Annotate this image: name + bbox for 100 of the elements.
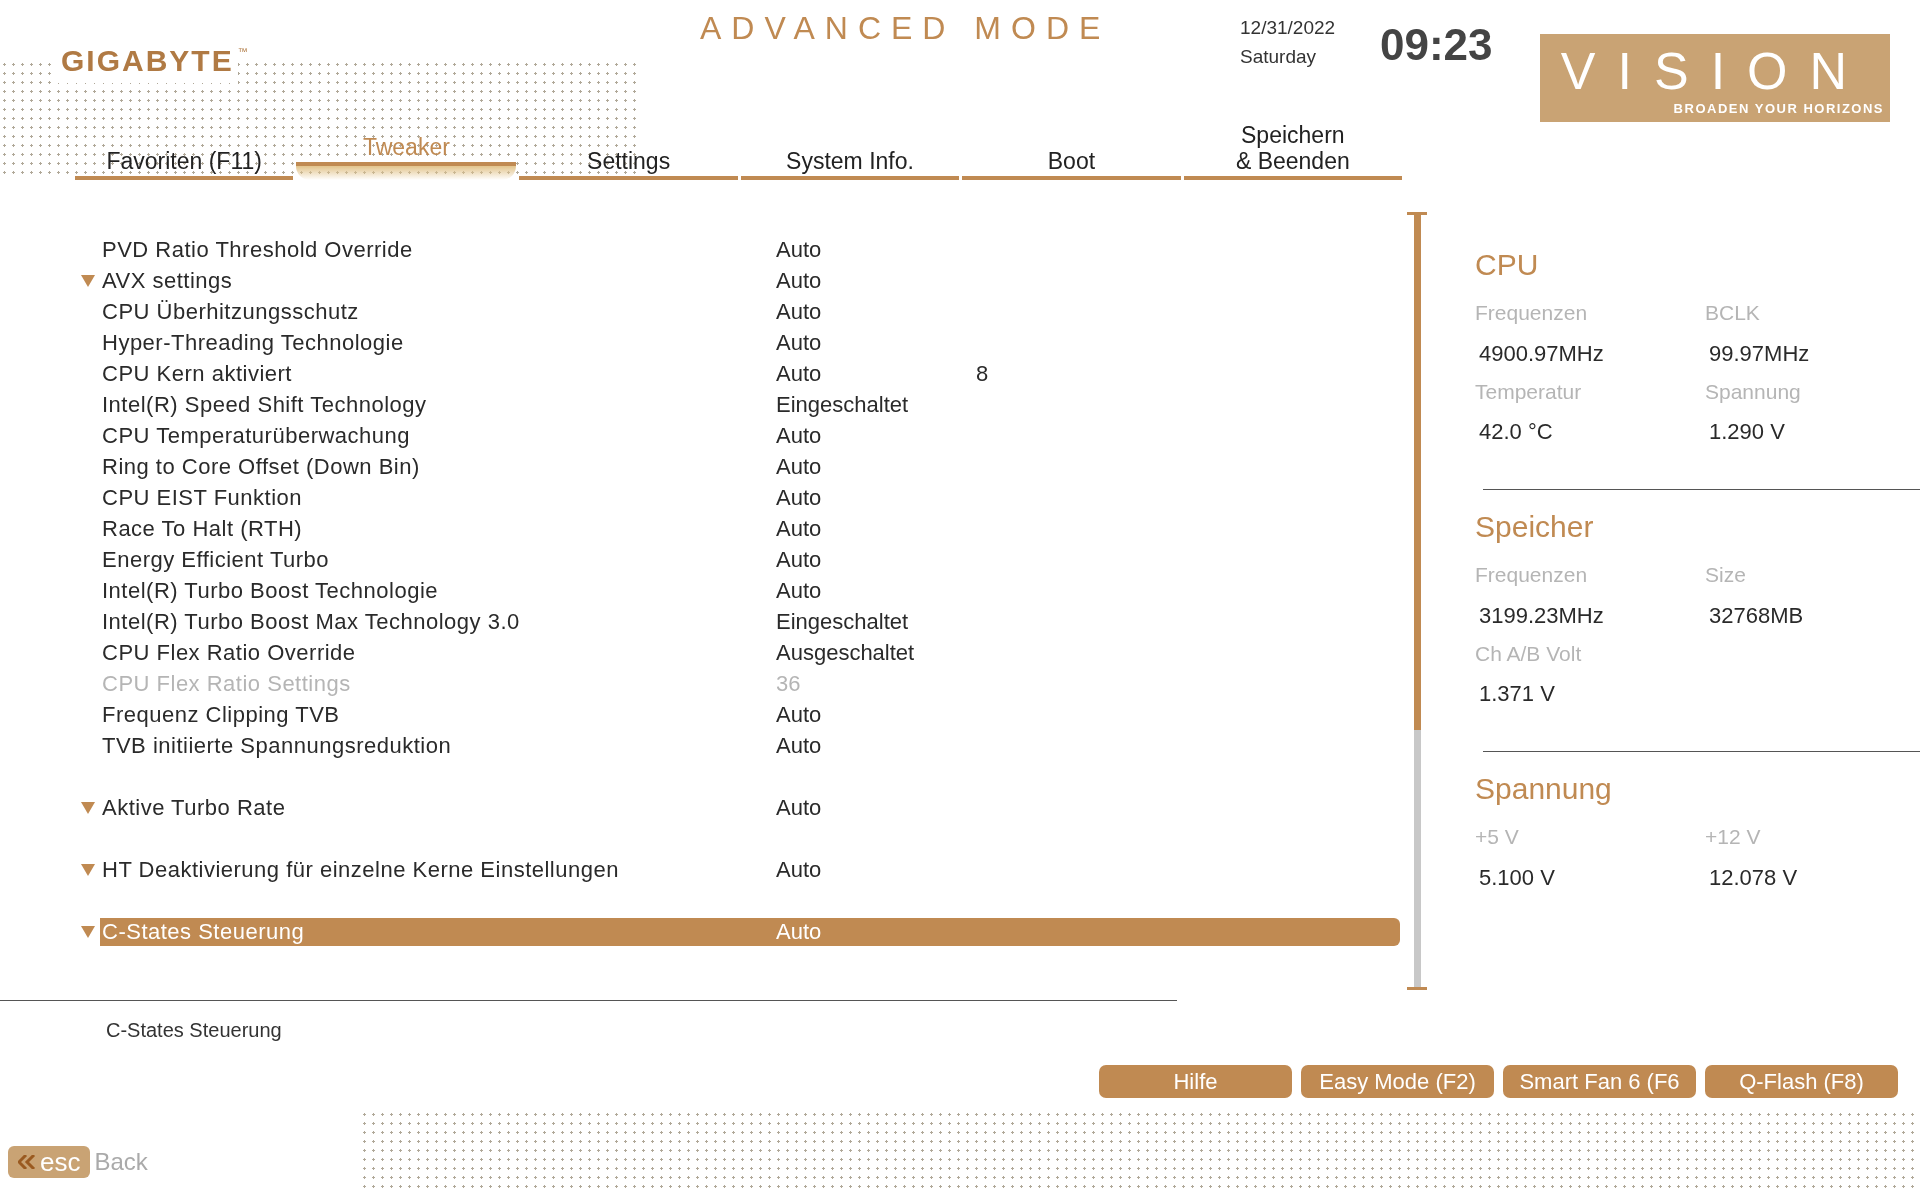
nav-tab[interactable]: Speichern & Beenden [1183, 122, 1403, 180]
setting-value: Auto [776, 701, 823, 729]
date-text: 12/31/2022 [1240, 16, 1337, 40]
setting-label: CPU Überhitzungsschutz [101, 298, 360, 326]
setting-row[interactable]: TVB initiierte Spannungsreduktion Auto [100, 731, 1400, 760]
setting-row[interactable]: Intel(R) Turbo Boost Technologie Auto [100, 576, 1400, 605]
setting-row[interactable]: CPU Kern aktiviert Auto 8 [100, 359, 1400, 388]
setting-value: Auto [776, 267, 823, 295]
monitor-label: Temperatur [1475, 378, 1583, 405]
setting-row[interactable]: CPU EIST Funktion Auto [100, 483, 1400, 512]
setting-label: CPU Flex Ratio Settings [101, 670, 352, 698]
setting-row[interactable]: Aktive Turbo Rate Auto [100, 793, 1400, 822]
monitor-value: 99.97MHz [1708, 339, 1811, 368]
setting-row[interactable]: CPU Temperaturüberwachung Auto [100, 421, 1400, 450]
expand-triangle-icon [80, 925, 95, 938]
setting-label: Race To Halt (RTH) [101, 515, 304, 543]
monitor-label: Size [1705, 562, 1747, 588]
help-text: C-States Steuerung [106, 1018, 283, 1043]
monitor-value: 42.0 °C [1478, 418, 1554, 446]
setting-label: Intel(R) Turbo Boost Technologie [101, 577, 439, 605]
monitor-label: Spannung [1705, 378, 1802, 405]
setting-row[interactable]: Energy Efficient Turbo Auto [100, 545, 1400, 574]
setting-value: Auto [776, 918, 823, 946]
setting-value: Auto [776, 484, 823, 512]
setting-row[interactable]: HT Deaktivierung für einzelne Kerne Einstellungen Auto [100, 855, 1400, 884]
nav-tab[interactable]: Settings [519, 136, 738, 180]
setting-value: Auto [776, 732, 823, 760]
section-title: CPU [1475, 247, 1540, 283]
setting-row[interactable]: Race To Halt (RTH) Auto [100, 514, 1400, 543]
section-title: Speicher [1475, 509, 1595, 545]
setting-row[interactable]: CPU Flex Ratio Override Ausgeschaltet [100, 638, 1400, 667]
setting-value: Auto [776, 329, 823, 357]
setting-value: Auto [776, 794, 823, 822]
setting-value: Auto [776, 546, 823, 574]
setting-label: Intel(R) Turbo Boost Max Technology 3.0 [101, 608, 521, 636]
clock-time: 09:23 [1380, 19, 1493, 71]
slogan-text: BROADEN YOUR HORIZONS [1673, 99, 1885, 118]
setting-label: HT Deaktivierung für einzelne Kerne Einstellungen [101, 856, 620, 884]
setting-value: Auto [776, 856, 823, 884]
monitor-value: 4900.97MHz [1478, 339, 1605, 368]
setting-label: PVD Ratio Threshold Override [101, 236, 414, 264]
monitor-label: Ch A/B Volt [1475, 640, 1583, 667]
monitor-value: 32768MB [1708, 601, 1805, 630]
monitor-value: 12.078 V [1708, 863, 1799, 892]
monitor-label: BCLK [1705, 300, 1761, 326]
setting-value: Auto [776, 236, 823, 264]
setting-label: Aktive Turbo Rate [101, 794, 287, 822]
nav-tab[interactable]: System Info. [740, 136, 960, 180]
setting-value: Auto [776, 360, 823, 388]
setting-value: Auto [776, 298, 823, 326]
monitor-value: 1.290 V [1708, 418, 1786, 446]
monitor-label: Frequenzen [1475, 300, 1589, 326]
setting-extra-value: 8 [976, 360, 989, 388]
setting-value: Auto [776, 453, 823, 481]
setting-label: AVX settings [101, 267, 234, 295]
setting-value: 36 [776, 670, 802, 698]
setting-label: CPU Temperaturüberwachung [101, 422, 412, 450]
expand-triangle-icon [80, 863, 95, 876]
scrollbar[interactable] [1407, 212, 1427, 990]
setting-label: CPU Flex Ratio Override [101, 639, 357, 667]
setting-label: Ring to Core Offset (Down Bin) [101, 453, 421, 481]
weekday-text: Saturday [1240, 44, 1318, 69]
logo-text: VISION [1560, 42, 1870, 99]
nav-tab[interactable]: Favoriten (F11) [75, 136, 294, 180]
setting-label: C-States Steuerung [101, 918, 306, 946]
expand-triangle-icon [80, 274, 95, 287]
monitor-label: +5 V [1475, 824, 1520, 850]
setting-value: Eingeschaltet [776, 608, 910, 636]
setting-row[interactable]: Intel(R) Speed Shift Technology Eingeschaltet [100, 390, 1400, 419]
trademark-mark: ™ [237, 45, 248, 59]
setting-label: Energy Efficient Turbo [101, 546, 331, 574]
setting-label: Hyper-Threading Technologie [101, 329, 405, 357]
setting-row[interactable]: Ring to Core Offset (Down Bin) Auto [100, 452, 1400, 481]
monitor-label: +12 V [1705, 824, 1762, 850]
setting-label: Intel(R) Speed Shift Technology [101, 391, 428, 419]
double-chevron-icon [18, 1155, 36, 1169]
section-title: Spannung [1475, 771, 1613, 807]
monitor-label: Frequenzen [1475, 562, 1589, 588]
setting-row[interactable]: PVD Ratio Threshold Override Auto [100, 235, 1400, 264]
monitor-value: 5.100 V [1478, 863, 1556, 892]
setting-label: TVB initiierte Spannungsreduktion [101, 732, 453, 760]
setting-row[interactable]: Intel(R) Turbo Boost Max Technology 3.0 Eingeschaltet [100, 607, 1400, 636]
mode-title: ADVANCED MODE [700, 9, 1112, 48]
monitor-value: 1.371 V [1478, 680, 1556, 708]
expand-triangle-icon [80, 801, 95, 814]
setting-value: Auto [776, 422, 823, 450]
setting-value: Eingeschaltet [776, 391, 910, 419]
setting-value: Auto [776, 515, 823, 543]
setting-label: Frequenz Clipping TVB [101, 701, 341, 729]
setting-value: Ausgeschaltet [776, 639, 916, 667]
setting-label: CPU EIST Funktion [101, 484, 304, 512]
setting-row[interactable]: CPU Überhitzungsschutz Auto [100, 297, 1400, 326]
setting-label: CPU Kern aktiviert [101, 360, 293, 388]
setting-row[interactable]: Hyper-Threading Technologie Auto [100, 328, 1400, 357]
monitor-value: 3199.23MHz [1478, 601, 1605, 630]
setting-value: Auto [776, 577, 823, 605]
esc-label: esc [40, 1145, 81, 1179]
nav-tab[interactable]: Boot [962, 136, 1181, 180]
setting-row[interactable]: Frequenz Clipping TVB Auto [100, 700, 1400, 729]
setting-row[interactable]: AVX settings Auto [100, 266, 1400, 295]
